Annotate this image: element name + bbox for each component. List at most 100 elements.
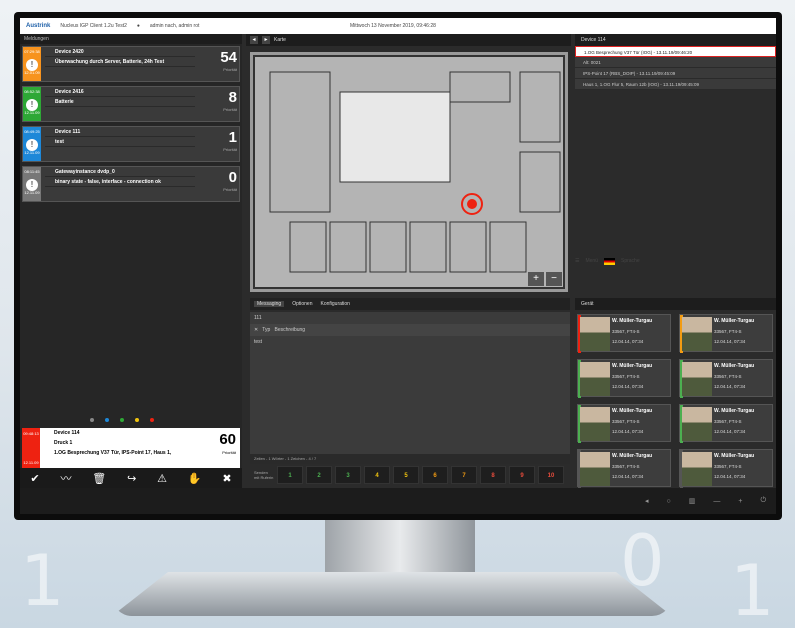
tab-configuration[interactable]: Konfiguration: [320, 301, 349, 307]
alarm-type-icon: !: [26, 179, 38, 191]
alarm-device: Device 111: [45, 127, 195, 137]
active-sub: Druck 1: [54, 440, 73, 446]
alarm-stamp: 08:11:45! 12.11.09: [23, 167, 41, 201]
staff-card[interactable]: W. Müller-Turgau 33567, FT4-S 12.04.14, 07…: [679, 404, 773, 443]
message-header: ✕ Typ Beschreibung: [250, 324, 570, 336]
user-icon: ●: [136, 23, 140, 29]
alarm-item[interactable]: 08:52:38! 12.11.09 Device 2416 Batterie 8 Pri…: [22, 86, 240, 122]
staff-title: Gerät: [575, 298, 776, 310]
staff-date: 12.04.14, 07:34: [612, 429, 644, 434]
active-alarm[interactable]: 09:48:13 12.11.09 Device 114 Druck 1 1.O…: [22, 428, 240, 468]
alarm-text: Überwachung durch Server, Batterie, 24h …: [45, 57, 195, 67]
footer-bar: ◂ ○ ▥ — + ⏻: [20, 488, 776, 514]
keypad-key-3[interactable]: 3: [335, 466, 361, 484]
active-prio: Priorität: [222, 450, 236, 455]
staff-id: 33567, FT4-S: [714, 329, 742, 334]
staff-id: 33567, FT4-S: [612, 374, 640, 379]
close-icon[interactable]: ✕: [254, 327, 258, 333]
staff-card[interactable]: W. Müller-Turgau 33567, FT4-S 12.04.14, 07…: [577, 449, 671, 488]
tab-bar: Messaging Optionen Konfiguration: [250, 298, 570, 310]
footer-icon[interactable]: ⏻: [760, 497, 766, 505]
floor-plan-drawing: [253, 55, 565, 289]
active-count: 60: [219, 431, 236, 448]
staff-date: 12.04.14, 07:34: [714, 339, 746, 344]
keypad-key-10[interactable]: 10: [538, 466, 564, 484]
alarm-item[interactable]: 08:11:45! 12.11.09 Gatewayinstance dvdp_0 b…: [22, 166, 240, 202]
keypad-key-1[interactable]: 1: [277, 466, 303, 484]
alarm-time: 08:11:45: [24, 169, 40, 174]
staff-card[interactable]: W. Müller-Turgau 33567, FT4-S 12.04.14, 07…: [679, 314, 773, 353]
footer-icon[interactable]: ○: [667, 498, 671, 505]
staff-card[interactable]: W. Müller-Turgau 33567, FT4-S 12.04.14, 07…: [577, 314, 671, 353]
staff-name: W. Müller-Turgau: [612, 408, 653, 414]
tab-options[interactable]: Optionen: [292, 301, 312, 307]
zoom-in-button[interactable]: +: [528, 272, 544, 286]
alarm-prio: Priorität: [223, 187, 237, 192]
device-event-item[interactable]: IPS-Point 17 (RBS_DOIP) - 13.11.19/09:45…: [575, 68, 776, 79]
keypad-key-8[interactable]: 8: [480, 466, 506, 484]
type-select[interactable]: Typ: [262, 327, 270, 333]
confirm-icon[interactable]: ✔: [30, 472, 39, 485]
footer-icon[interactable]: ◂: [645, 497, 649, 505]
footer-icon[interactable]: —: [713, 498, 720, 505]
tab-messaging[interactable]: Messaging: [254, 301, 285, 307]
acknowledge-icon[interactable]: ✋: [188, 472, 202, 485]
forward-icon[interactable]: ↪: [127, 472, 136, 485]
floor-plan[interactable]: + −: [250, 52, 568, 292]
alarm-stamp: 08:52:38! 12.11.09: [23, 87, 41, 121]
footer-icon[interactable]: ▥: [689, 497, 696, 505]
staff-card[interactable]: W. Müller-Turgau 33567, FT4-S 12.04.14, 07…: [679, 449, 773, 488]
staff-date: 12.04.14, 07:34: [612, 474, 644, 479]
call-keypad: Senden mit Ruferin 1 2 3 4 5 6 7 8 9 10: [250, 464, 570, 486]
alarm-type-icon: !: [26, 139, 38, 151]
callback-icon[interactable]: 〰: [60, 470, 71, 486]
keypad-key-9[interactable]: 9: [509, 466, 535, 484]
staff-name: W. Müller-Turgau: [714, 408, 755, 414]
device-event-item[interactable]: Alt: 0021: [575, 57, 776, 68]
alarm-count: 8: [228, 89, 237, 106]
dot: [120, 418, 124, 422]
alarm-prio: Priorität: [223, 67, 237, 72]
alarm-prio: Priorität: [223, 147, 237, 152]
staff-card[interactable]: W. Müller-Turgau 33567, FT4-S 12.04.14, 07…: [577, 404, 671, 443]
zoom-controls: + −: [528, 272, 562, 286]
delete-icon[interactable]: 🗑: [92, 472, 106, 485]
staff-name: W. Müller-Turgau: [612, 453, 653, 459]
footer-icon[interactable]: +: [738, 498, 742, 505]
alarm-item[interactable]: 07:29:38! 12.01.09 Device 2420 Überwachung …: [22, 46, 240, 82]
keypad-key-2[interactable]: 2: [306, 466, 332, 484]
device-event-item[interactable]: 1.OG Besprechung V37 Tür (IOG) - 13.11.1…: [575, 46, 776, 57]
staff-photo: [682, 362, 712, 396]
keypad-key-6[interactable]: 6: [422, 466, 448, 484]
keypad-key-5[interactable]: 5: [393, 466, 419, 484]
zoom-out-button[interactable]: −: [546, 272, 562, 286]
alarm-count: 0: [228, 169, 237, 186]
message-body[interactable]: test: [250, 336, 570, 348]
staff-name: W. Müller-Turgau: [612, 318, 653, 324]
alarm-item[interactable]: 08:49:25! 12.11.09 Device 111 test 1 Prioritä…: [22, 126, 240, 162]
keypad-label: Senden mit Ruferin: [254, 470, 274, 480]
active-text: 1.OG Besprechung V37 Tür, IPS-Point 17, …: [54, 450, 172, 456]
staff-id: 33567, FT4-S: [714, 374, 742, 379]
remote-alarm-icon[interactable]: ⚠: [157, 472, 167, 485]
staff-name: W. Müller-Turgau: [714, 453, 755, 459]
staff-photo: [580, 317, 610, 351]
dot: [150, 418, 154, 422]
staff-id: 33567, FT4-S: [714, 419, 742, 424]
staff-photo: [682, 317, 712, 351]
staff-card[interactable]: W. Müller-Turgau 33567, FT4-S 12.04.14, 07…: [679, 359, 773, 398]
end-icon[interactable]: ✖: [222, 472, 231, 485]
keypad-key-4[interactable]: 4: [364, 466, 390, 484]
staff-photo: [682, 407, 712, 441]
description-select[interactable]: Beschreibung: [275, 327, 306, 333]
staff-name: W. Müller-Turgau: [612, 363, 653, 369]
staff-card[interactable]: W. Müller-Turgau 33567, FT4-S 12.04.14, 07…: [577, 359, 671, 398]
dot: [90, 418, 94, 422]
alarm-stamp: 07:29:38! 12.01.09: [23, 47, 41, 81]
keypad-key-7[interactable]: 7: [451, 466, 477, 484]
staff-name: W. Müller-Turgau: [714, 363, 755, 369]
map-next-button[interactable]: ▸: [262, 36, 270, 44]
device-event-item[interactable]: Haus 1, 1.OG Flur 5, Raum 12b (IOG) - 13…: [575, 79, 776, 90]
map-prev-button[interactable]: ◂: [250, 36, 258, 44]
alarm-time: 08:49:25: [24, 129, 40, 134]
